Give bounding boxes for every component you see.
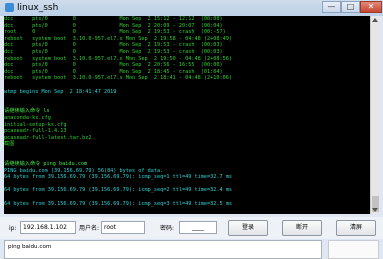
terminal-line: dcc pts/0 0 Mon Sep 2 18:45 - crash (01:…	[4, 68, 223, 75]
scroll-up-icon[interactable]	[372, 18, 378, 22]
terminal-line: pcaseadr-full-latest.tar.bz2	[4, 134, 92, 141]
password-input[interactable]: ____	[179, 221, 217, 234]
username-label: 用户名:	[79, 225, 100, 232]
terminal-line: 64 bytes from 39.156.69.79 (39.156.69.79…	[4, 174, 232, 181]
disconnect-button[interactable]: 断开	[282, 220, 322, 236]
title-bar[interactable]: linux_ssh — □ ✕	[0, 0, 383, 16]
terminal-scrollbar[interactable]	[370, 16, 380, 214]
command-side-panel	[328, 240, 379, 259]
terminal-line: reboot system boot 3.10.0-957.el7.x Mon …	[4, 55, 232, 62]
terminal-line: initial-setup-ks.cfg	[4, 121, 67, 128]
terminal-line: 64 bytes from 39.156.69.79 (39.156.69.79…	[4, 200, 232, 207]
terminal-line: 请继续输入命令 ls	[4, 108, 50, 115]
command-input[interactable]: ping baidu.com	[4, 240, 322, 259]
window-title: linux_ssh	[17, 3, 59, 13]
ip-label: ip:	[9, 225, 17, 232]
terminal-line: dcc pts/0 0 Mon Sep 2 19:53 - crash (00:…	[4, 42, 223, 49]
terminal-line: PING baidu.com (39.156.69.79) 56(84) byt…	[4, 167, 164, 174]
terminal-line: root 0 0 Mon Sep 2 19:53 - crash (00:-57…	[4, 29, 226, 36]
terminal-line: reboot system boot 3.10.0-957.el7.x Mon …	[4, 35, 232, 42]
terminal-line: 64 bytes from 39.156.69.79 (39.156.69.79…	[4, 187, 232, 194]
ip-input[interactable]: 192.168.1.102	[20, 221, 76, 234]
close-button[interactable]: ✕	[360, 1, 382, 13]
terminal-line: wtmp begins Mon Sep 2 18:41:47 2019	[4, 88, 117, 95]
terminal-output[interactable]: dcc pts/0 0 Mon Sep 2 15:12 - 12:12 (00:…	[4, 16, 370, 214]
terminal-line: pcaseadr-full-1.4.13	[4, 128, 67, 135]
terminal-line: dcc pts/0 0 Mon Sep 2 15:12 - 12:12 (00:…	[4, 16, 223, 22]
terminal-line: dcc pts/0 0 Mon Sep 2 19:53 - crash (00:…	[4, 48, 223, 55]
scroll-down-icon[interactable]	[372, 208, 378, 212]
login-button[interactable]: 登录	[228, 220, 268, 236]
terminal-line: reboot system boot 3.10.0-957.el7.x Mon …	[4, 75, 232, 82]
terminal-line: dcc pts/0 0 Mon Sep 2 20:56 - 16:55 (00:…	[4, 62, 223, 69]
maximize-button[interactable]: □	[341, 1, 360, 13]
terminal-line: 截图	[4, 141, 15, 148]
terminal-line: 请继续输入命令 ping baidu.com	[4, 161, 88, 168]
clear-screen-button[interactable]: 清屏	[336, 220, 376, 236]
ssh-client-window: linux_ssh — □ ✕ dcc pts/0 0 Mon Sep 2 15…	[0, 0, 383, 259]
password-label: 密码:	[160, 225, 175, 232]
app-icon	[5, 3, 14, 12]
terminal-line: anaconda-ks.cfg	[4, 114, 51, 121]
terminal-line: dcc pts/0 0 Mon Sep 2 20:09 - 20:07 (00:…	[4, 22, 223, 29]
username-input[interactable]: root	[101, 221, 145, 234]
minimize-button[interactable]: —	[322, 1, 341, 13]
